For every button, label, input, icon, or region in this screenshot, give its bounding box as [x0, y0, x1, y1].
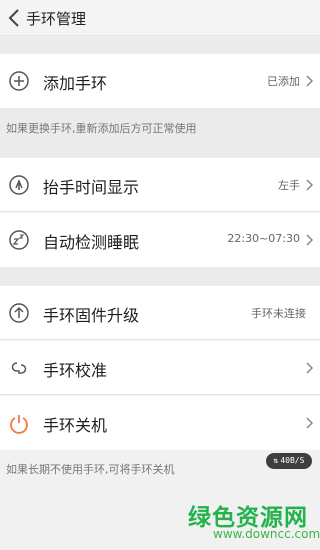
section-gap — [0, 267, 320, 286]
raise-hand-icon — [9, 175, 29, 195]
back-arrow-icon[interactable] — [4, 6, 26, 30]
section-gap — [0, 37, 320, 53]
sleep-detect-row[interactable]: 自动检测睡眠 22:30~07:30 — [0, 213, 320, 267]
raise-wrist-label: 抬手时间显示 — [43, 178, 140, 197]
firmware-status: 手环未连接 — [251, 307, 306, 320]
chevron-right-icon — [306, 362, 314, 374]
sleep-zz-icon — [9, 230, 29, 250]
chevron-right-icon — [306, 179, 314, 191]
calibrate-link-icon — [11, 362, 27, 374]
firmware-upgrade-label: 手环固件升级 — [43, 306, 140, 325]
plus-circle-icon — [9, 71, 29, 91]
calibrate-label: 手环校准 — [43, 361, 108, 380]
raise-wrist-row[interactable]: 抬手时间显示 左手 — [0, 158, 320, 212]
calibrate-row[interactable]: 手环校准 — [0, 341, 320, 395]
add-band-label: 添加手环 — [43, 74, 108, 93]
add-band-status: 已添加 — [267, 75, 300, 88]
rebind-note: 如果更换手环,重新添加后方可正常使用 — [6, 122, 197, 135]
raise-wrist-value: 左手 — [278, 179, 300, 192]
power-off-note: 如果长期不使用手环,可将手环关机 — [6, 463, 175, 476]
network-speed-badge: ⇅ 40B/S — [266, 453, 312, 469]
firmware-upgrade-row[interactable]: 手环固件升级 手环未连接 — [0, 286, 320, 340]
title-bar: 手环管理 — [0, 0, 320, 36]
watermark: 绿色资源网 www.downcc.com — [180, 496, 320, 550]
transfer-arrows-icon: ⇅ — [273, 456, 279, 465]
add-band-row[interactable]: 添加手环 已添加 — [0, 54, 320, 108]
chevron-right-icon — [306, 417, 314, 429]
power-icon — [10, 415, 28, 434]
sleep-detect-label: 自动检测睡眠 — [43, 233, 140, 252]
power-off-label: 手环关机 — [43, 416, 108, 435]
power-off-row[interactable]: 手环关机 — [0, 396, 320, 450]
page-title: 手环管理 — [26, 10, 87, 28]
upgrade-arrow-icon — [9, 303, 29, 323]
chevron-right-icon — [306, 234, 314, 246]
watermark-url: www.downcc.com — [213, 527, 320, 541]
network-speed-value: 40B/S — [280, 456, 305, 465]
chevron-right-icon — [306, 75, 314, 87]
sleep-detect-value: 22:30~07:30 — [227, 232, 300, 245]
